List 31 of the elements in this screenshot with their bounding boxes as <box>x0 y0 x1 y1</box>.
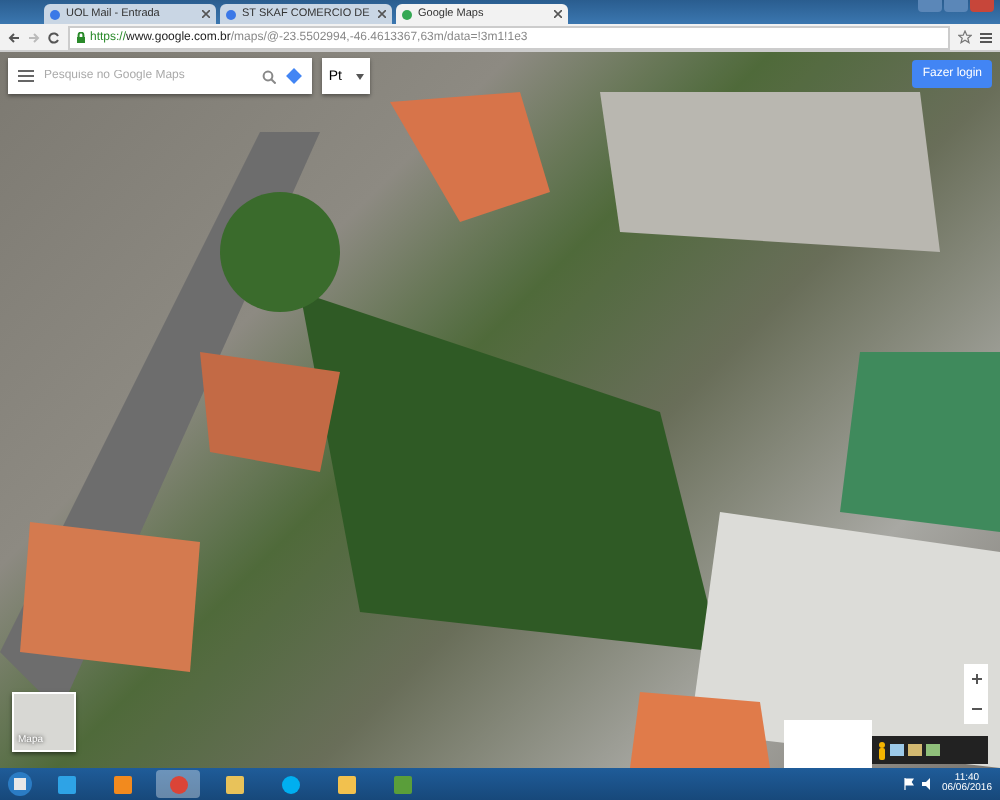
pegman-icon[interactable] <box>878 741 886 759</box>
directions-icon[interactable] <box>286 68 302 84</box>
app-icon <box>169 775 187 793</box>
page-icon <box>50 9 60 19</box>
caret-icon <box>355 73 364 79</box>
flag-icon[interactable] <box>903 778 914 790</box>
reload-icon[interactable] <box>48 31 60 43</box>
close-icon[interactable] <box>202 10 210 18</box>
blank-overlay <box>784 720 872 768</box>
menu-icon[interactable] <box>18 70 34 82</box>
app-icon <box>113 775 131 793</box>
page-icon <box>226 9 236 19</box>
app-icon <box>337 775 355 793</box>
app-icon <box>225 775 243 793</box>
lock-icon <box>76 31 86 43</box>
star-icon[interactable] <box>958 30 972 44</box>
app-icon <box>281 775 299 793</box>
close-icon[interactable] <box>554 10 562 18</box>
app-icon <box>393 775 411 793</box>
close-icon[interactable] <box>378 10 386 18</box>
search-icon[interactable] <box>262 69 276 83</box>
minus-icon[interactable] <box>971 704 981 714</box>
zoom-control[interactable] <box>964 664 988 724</box>
app-icon <box>57 775 75 793</box>
imagery-strip[interactable] <box>872 736 988 764</box>
plus-icon[interactable] <box>971 674 981 684</box>
back-icon[interactable] <box>8 31 20 43</box>
start-icon[interactable] <box>8 772 32 796</box>
speaker-icon[interactable] <box>921 778 934 790</box>
menu-icon[interactable] <box>980 31 992 43</box>
page-icon <box>402 9 412 19</box>
